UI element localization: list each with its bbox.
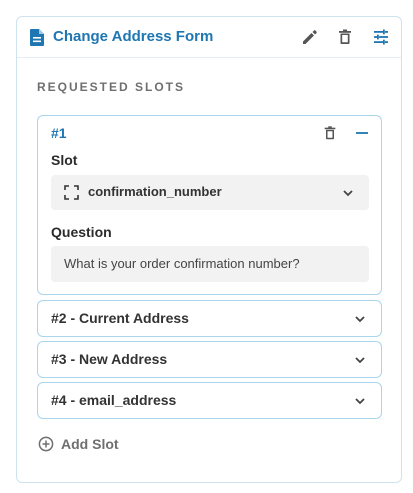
- slot-select[interactable]: confirmation_number: [51, 175, 369, 210]
- slot-card-expanded: #1 Slot confirmation_number Question Wha…: [37, 115, 382, 295]
- chevron-down-icon: [355, 316, 365, 323]
- add-slot-label: Add Slot: [61, 436, 119, 452]
- document-icon: [30, 29, 44, 46]
- form-title: Change Address Form: [53, 28, 214, 45]
- slot-card-4[interactable]: #4 - email_address: [37, 382, 382, 419]
- tune-icon[interactable]: [372, 28, 390, 46]
- trash-icon[interactable]: [322, 125, 338, 141]
- chevron-down-icon: [355, 357, 365, 364]
- slot-title: #3 - New Address: [51, 351, 168, 367]
- section-label: REQUESTED SLOTS: [37, 80, 186, 94]
- slot-label: Slot: [51, 152, 78, 168]
- collapse-icon[interactable]: [354, 125, 370, 141]
- question-field[interactable]: What is your order confirmation number?: [51, 246, 369, 282]
- slot-select-value: confirmation_number: [88, 184, 222, 199]
- form-card: Change Address Form REQUESTED SLOTS #1 S…: [16, 16, 402, 483]
- chevron-down-icon: [343, 190, 353, 197]
- chevron-down-icon: [355, 398, 365, 405]
- slot-title: #4 - email_address: [51, 392, 177, 408]
- question-text: What is your order confirmation number?: [64, 256, 300, 271]
- form-header: Change Address Form: [17, 17, 401, 58]
- slot-title: #2 - Current Address: [51, 310, 189, 326]
- focus-icon: [64, 185, 79, 200]
- edit-icon[interactable]: [301, 28, 319, 46]
- add-circle-icon: [38, 436, 54, 452]
- trash-icon[interactable]: [336, 28, 354, 46]
- slot-card-3[interactable]: #3 - New Address: [37, 341, 382, 378]
- slot-number: #1: [51, 125, 67, 141]
- question-label: Question: [51, 224, 112, 240]
- slot-card-2[interactable]: #2 - Current Address: [37, 300, 382, 337]
